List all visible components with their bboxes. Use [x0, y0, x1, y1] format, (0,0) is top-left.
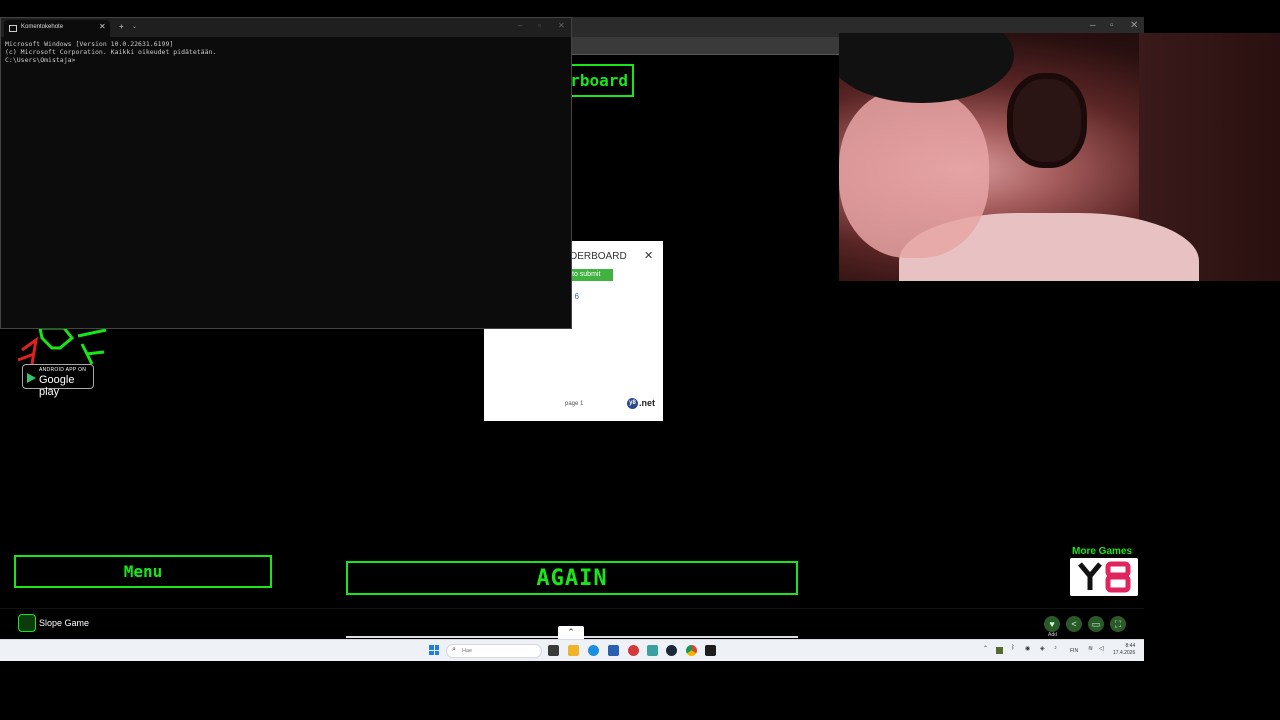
- app-name: Slope Game: [39, 618, 90, 628]
- console-prompt: C:\Users\Omistaja>: [5, 56, 76, 65]
- start-icon[interactable]: [429, 645, 439, 655]
- webcam-cap: [839, 33, 1014, 103]
- mic-icon[interactable]: ♪: [1054, 645, 1057, 651]
- page-indicator: page 1: [565, 401, 584, 407]
- tab-close-icon[interactable]: ✕: [99, 22, 106, 31]
- volume-icon[interactable]: ◁: [1099, 645, 1104, 652]
- taskbar-clock[interactable]: 8:44 17.4.2026: [1113, 643, 1135, 657]
- heart-icon[interactable]: ♥: [1044, 616, 1060, 632]
- cmd-title-bar[interactable]: Komentokehote ✕ + ⌄ – ▫ ✕: [1, 18, 571, 37]
- steam-icon[interactable]: [666, 645, 677, 656]
- cmd-tab-label: Komentokehote: [21, 24, 64, 30]
- popup-title: DERBOARD: [570, 251, 627, 262]
- notepad-icon[interactable]: [647, 645, 658, 656]
- chevron-down-icon[interactable]: ⌄: [132, 23, 137, 30]
- more-games-label[interactable]: More Games: [1072, 546, 1132, 557]
- y8-badge-icon: y8: [627, 398, 638, 410]
- command-prompt-window[interactable]: Komentokehote ✕ + ⌄ – ▫ ✕ Microsoft Wind…: [0, 17, 572, 329]
- discord-icon[interactable]: ◉: [1025, 645, 1030, 652]
- clock-time: 8:44: [1125, 643, 1136, 649]
- close-icon[interactable]: ✕: [644, 249, 653, 262]
- badge-big-text: Google play: [39, 374, 75, 398]
- fullscreen-icon[interactable]: ⛶: [1110, 616, 1126, 632]
- google-play-badge[interactable]: ANDROID APP ON Google play: [22, 364, 94, 398]
- restore-icon[interactable]: ▫: [1110, 20, 1114, 31]
- new-tab-icon[interactable]: +: [119, 22, 124, 31]
- app-icon[interactable]: [628, 645, 639, 656]
- browser-address-area[interactable]: [570, 37, 840, 55]
- windows-taskbar: ⌕ Hae ⌃ ᛒ ◉ ◈ ♪ FIN ≋ ◁ 8:44 17.4.2026: [0, 639, 1144, 661]
- task-view-icon[interactable]: [548, 645, 559, 656]
- tray-app-icon[interactable]: [996, 647, 1003, 654]
- slope-game-icon: [18, 614, 36, 632]
- brand-text: .net: [639, 398, 656, 408]
- minimize-icon[interactable]: –: [1090, 20, 1096, 31]
- terminal-icon: [9, 25, 17, 32]
- minimize-icon[interactable]: –: [518, 21, 522, 30]
- play-icon: [27, 373, 36, 383]
- chrome-icon[interactable]: [686, 645, 697, 656]
- close-icon[interactable]: ✕: [558, 21, 565, 30]
- console-line: (c) Microsoft Corporation. Kaikki oikeud…: [5, 48, 217, 57]
- edge-icon[interactable]: [588, 645, 599, 656]
- share-icon[interactable]: <: [1066, 616, 1082, 632]
- y8-logo-icon[interactable]: [1070, 558, 1138, 596]
- submit-button[interactable]: to submit: [568, 269, 613, 281]
- terminal-icon[interactable]: [705, 645, 716, 656]
- y8net-logo[interactable]: y8 .net: [627, 398, 656, 410]
- search-icon: ⌕: [452, 646, 456, 653]
- tray-chevron-icon[interactable]: ⌃: [983, 645, 988, 652]
- file-explorer-icon[interactable]: [568, 645, 579, 656]
- store-icon[interactable]: [608, 645, 619, 656]
- cmd-tab[interactable]: Komentokehote ✕: [4, 20, 110, 37]
- badge-small-text: ANDROID APP ON: [39, 367, 87, 373]
- console-output[interactable]: Microsoft Windows [Version 10.0.22631.61…: [5, 40, 216, 65]
- add-label: Add: [1048, 632, 1057, 638]
- chevron-up-icon[interactable]: ⌃: [558, 626, 584, 639]
- theater-mode-icon[interactable]: ▭: [1088, 616, 1104, 632]
- leaderboard-button-label: rboard: [570, 71, 628, 90]
- console-line: Microsoft Windows [Version 10.0.22631.61…: [5, 40, 174, 48]
- language-indicator[interactable]: FIN: [1070, 648, 1078, 654]
- webcam-headphone: [1007, 73, 1087, 168]
- again-button[interactable]: AGAIN: [346, 561, 798, 595]
- clock-date: 17.4.2026: [1113, 650, 1136, 656]
- bluetooth-icon[interactable]: ᛒ: [1011, 645, 1015, 651]
- search-placeholder: Hae: [462, 648, 473, 654]
- webcam-face: [839, 88, 989, 258]
- webcam-feed: [839, 33, 1280, 281]
- slope-logo-icon: [17, 326, 107, 365]
- screen: – ▫ ✕ rboard ANDROID APP ON Google play …: [0, 0, 1280, 720]
- maximize-icon[interactable]: ▫: [538, 21, 541, 30]
- taskbar-search[interactable]: ⌕ Hae: [446, 644, 542, 658]
- tray-extra-icon[interactable]: ◈: [1040, 645, 1045, 652]
- close-icon[interactable]: ✕: [1130, 20, 1138, 31]
- wifi-icon[interactable]: ≋: [1088, 645, 1093, 652]
- menu-button[interactable]: Menu: [14, 555, 272, 588]
